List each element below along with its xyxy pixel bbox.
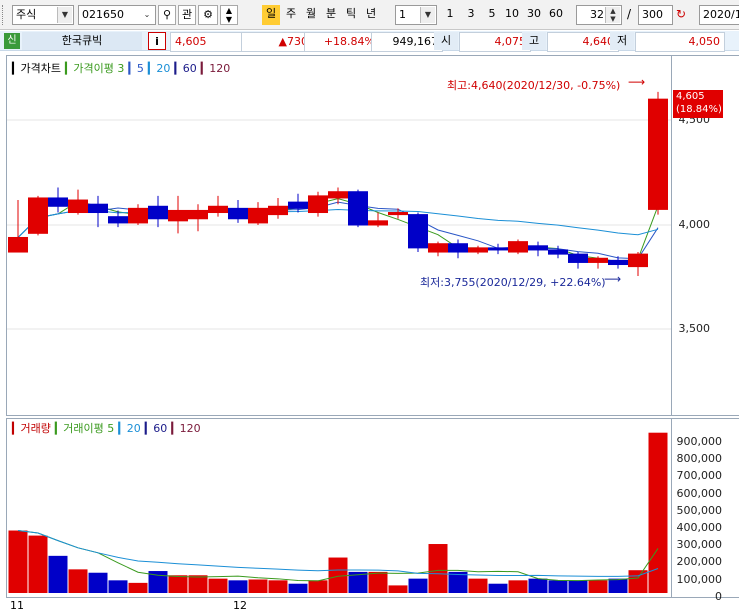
volume-tick-label: 800,000 [676,452,723,466]
volume-bar[interactable] [308,580,328,593]
current-pct-tag-value: (18.84%) [676,104,722,115]
volume-bar[interactable] [228,580,248,593]
volume-bar[interactable] [388,585,408,593]
volume-bar[interactable] [48,555,68,593]
candle-body[interactable] [228,207,248,220]
candle-body[interactable] [508,241,528,253]
volume-bar[interactable] [288,583,308,593]
candle-body[interactable] [648,98,668,210]
candle-body[interactable] [188,209,208,220]
volume-tick-label: 600,000 [676,486,723,500]
candle-body[interactable] [588,257,608,263]
candle-body[interactable] [628,253,648,268]
candle-body[interactable] [248,207,268,224]
current-price-tag: 4,605 (18.84%) [673,90,723,118]
volume-bar[interactable] [588,580,608,593]
volume-bar[interactable] [468,578,488,593]
candle-body[interactable] [488,247,508,251]
volume-bar[interactable] [268,580,288,593]
high-annotation: 최고:4,640(2020/12/30, -0.75%) [447,79,621,92]
volume-tick-label: 300,000 [676,538,723,552]
volume-bar[interactable] [248,579,268,593]
volume-bar[interactable] [68,569,88,593]
volume-bar[interactable] [108,580,128,593]
volume-bar[interactable] [368,571,388,593]
candle-body[interactable] [108,216,128,224]
candle-body[interactable] [288,201,308,209]
volume-bar[interactable] [428,544,448,593]
candle-body[interactable] [608,259,628,266]
candle-body[interactable] [128,207,148,224]
candle-body[interactable] [408,214,428,249]
x-axis-label-nov: 11 [10,599,24,612]
candle-body[interactable] [168,209,188,222]
volume-tick-label: 900,000 [676,435,723,448]
candle-body[interactable] [268,205,288,216]
volume-bar[interactable] [328,557,348,593]
candle-body[interactable] [68,199,88,214]
volume-tick-label: 200,000 [676,555,723,569]
price-ma-line-2 [17,208,659,238]
candle-body[interactable] [48,197,68,207]
volume-bar[interactable] [528,578,548,593]
candle-body[interactable] [148,205,168,220]
candle-body[interactable] [568,253,588,263]
candle-body[interactable] [308,195,328,214]
volume-bar[interactable] [188,575,208,593]
volume-tick-label: 500,000 [676,503,723,517]
candle-body[interactable] [368,220,388,226]
candle-body[interactable] [528,245,548,251]
volume-bar[interactable] [8,530,28,593]
volume-bar[interactable] [568,580,588,593]
high-annotation-arrow: ⟶ [628,75,646,89]
volume-tick-label: 400,000 [676,521,723,534]
candle-body[interactable] [468,247,488,253]
current-price-tag-value: 4,605 [676,91,705,102]
candle-body[interactable] [28,197,48,234]
candle-body[interactable] [88,203,108,214]
volume-bar[interactable] [88,572,108,593]
price-tick-label: 4,000 [678,218,711,231]
volume-bar[interactable] [128,582,148,593]
volume-tick-label: 100,000 [676,572,723,586]
candle-body[interactable] [8,236,28,253]
candle-body[interactable] [428,243,448,253]
volume-bar[interactable] [208,578,228,593]
candlestick-chart[interactable] [0,0,739,614]
volume-bar[interactable] [508,580,528,593]
candle-body[interactable] [348,191,368,226]
candle-body[interactable] [208,205,228,214]
candle-body[interactable] [328,191,348,199]
candle-body[interactable] [388,212,408,216]
volume-bar[interactable] [28,535,48,593]
volume-bar[interactable] [408,578,428,593]
candle-body[interactable] [548,249,568,255]
volume-tick-label: 700,000 [676,469,723,483]
candle-body[interactable] [448,243,468,253]
volume-bar[interactable] [168,575,188,593]
low-annotation: 최저:3,755(2020/12/29, +22.64%) [420,276,606,289]
volume-bar[interactable] [608,578,628,593]
volume-bar[interactable] [548,580,568,593]
price-tick-label: 3,500 [678,322,711,335]
x-axis-label-dec: 12 [233,599,247,612]
low-annotation-arrow: ⟶ [604,272,622,286]
volume-bar[interactable] [488,583,508,593]
volume-tick-label: 0 [715,589,722,603]
